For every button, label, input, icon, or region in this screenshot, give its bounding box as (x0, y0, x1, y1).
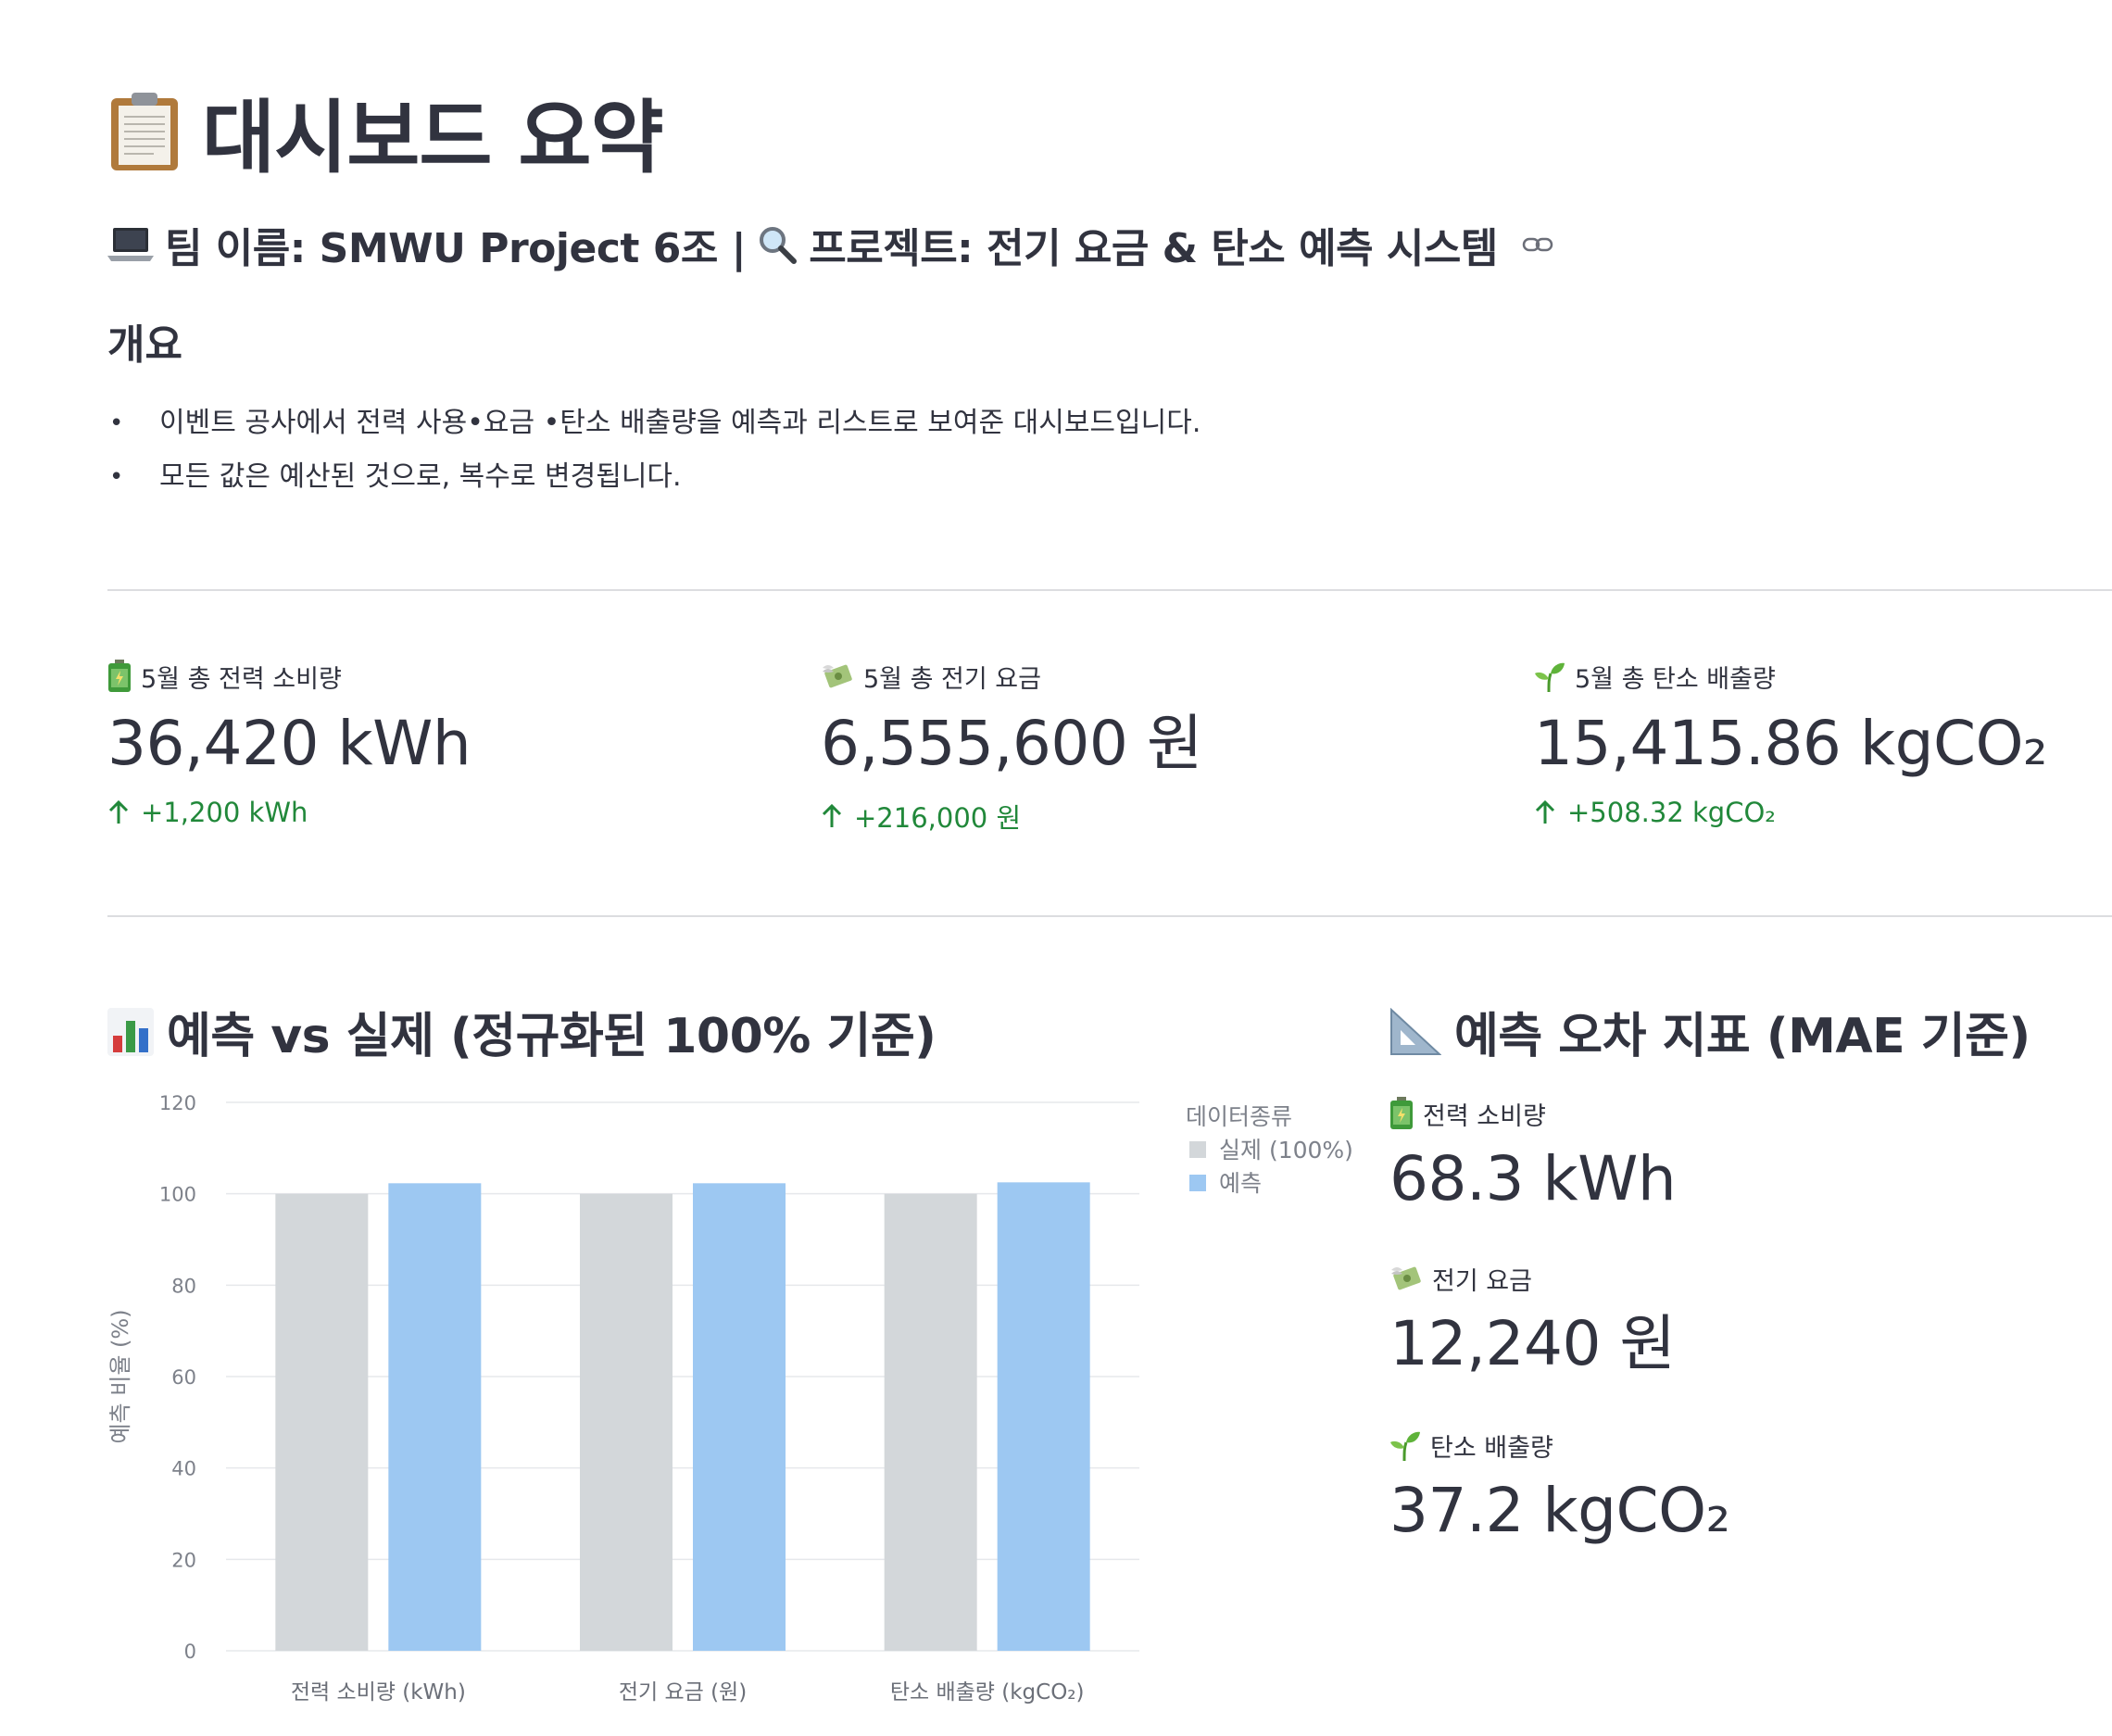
battery-icon (1390, 1097, 1413, 1129)
x-tick-label: 전기 요금 (원) (619, 1680, 747, 1705)
team-project-heading: 팀 이름: SMWU Project 6조 | 프로젝트: 전기 요금 & 탄소… (107, 215, 1553, 274)
metric-value: 15,415.86 kgCO₂ (1534, 708, 2047, 779)
metric-label-row: 5월 총 탄소 배출량 (1534, 658, 2047, 695)
metric-power: 5월 총 전력 소비량 36,420 kWh +1,200 kWh (107, 658, 471, 828)
bar (884, 1193, 977, 1651)
metric-label: 5월 총 전력 소비량 (141, 664, 342, 694)
metric-label-row: 5월 총 전기 요금 (821, 658, 1202, 695)
page-title: 대시보드 요약 (107, 72, 664, 188)
y-axis-label: 예측 비율 (%) (107, 1309, 133, 1443)
chart-section-title: 예측 vs 실제 (정규화된 100% 기준) (107, 997, 937, 1066)
x-tick-label: 탄소 배출량 (kgCO₂) (890, 1680, 1085, 1705)
team-name-text: 팀 이름: SMWU Project 6조 | (165, 225, 747, 272)
arrow-up-icon (822, 803, 842, 827)
mae-item-power: 전력 소비량 68.3 kWh (1389, 1095, 1677, 1214)
mae-section-title: 예측 오차 지표 (MAE 기준) (1389, 997, 2030, 1066)
anchor-link-icon[interactable] (1522, 235, 1553, 254)
y-tick-label: 60 (171, 1366, 196, 1389)
metric-delta-text: +1,200 kWh (141, 797, 308, 828)
bar-chart-icon (107, 1007, 154, 1056)
mae-item-carbon: 탄소 배출량 37.2 kgCO₂ (1389, 1427, 1730, 1545)
mae-value: 37.2 kgCO₂ (1389, 1475, 1730, 1546)
divider (107, 589, 2112, 591)
mae-label-row: 탄소 배출량 (1389, 1427, 1730, 1464)
money-wings-icon (823, 664, 852, 688)
bar (275, 1193, 369, 1651)
x-tick-label: 전력 소비량 (kWh) (291, 1680, 466, 1705)
laptop-icon (107, 228, 154, 261)
mae-section-title-text: 예측 오차 지표 (MAE 기준) (1454, 1009, 2030, 1064)
y-tick-label: 40 (171, 1458, 196, 1480)
metric-delta: +216,000 원 (821, 797, 1202, 836)
bar (693, 1183, 786, 1651)
money-wings-icon (1391, 1266, 1421, 1290)
page-title-text: 대시보드 요약 (202, 92, 664, 184)
mae-value: 68.3 kWh (1389, 1143, 1677, 1214)
metric-cost: 5월 총 전기 요금 6,555,600 원 +216,000 원 (821, 658, 1203, 836)
metric-carbon: 5월 총 탄소 배출량 15,415.86 kgCO₂ +508.32 kgCO… (1534, 658, 2047, 828)
bar (388, 1183, 482, 1651)
metric-delta: +1,200 kWh (107, 797, 471, 828)
legend-swatch (1189, 1175, 1206, 1191)
triangle-ruler-icon (1390, 1007, 1441, 1055)
magnifier-icon (760, 227, 798, 264)
metric-delta-text: +216,000 원 (854, 802, 1022, 834)
chart-section-title-text: 예측 vs 실제 (정규화된 100% 기준) (167, 1009, 937, 1064)
y-tick-label: 100 (159, 1184, 196, 1206)
metric-label: 5월 총 탄소 배출량 (1575, 664, 1776, 694)
bar (997, 1182, 1090, 1651)
overview-heading: 개요 (107, 321, 182, 369)
bar (580, 1193, 673, 1651)
legend-title: 데이터종류 (1186, 1103, 1292, 1130)
arrow-up-icon (1535, 799, 1555, 824)
legend-label: 실제 (100%) (1219, 1137, 1353, 1164)
legend-swatch (1189, 1141, 1206, 1158)
arrow-up-icon (108, 799, 129, 824)
clipboard-icon (111, 92, 178, 170)
metric-delta-text: +508.32 kgCO₂ (1567, 797, 1776, 828)
mae-value: 12,240 원 (1389, 1308, 1676, 1379)
metric-value: 6,555,600 원 (821, 708, 1203, 779)
y-tick-label: 20 (171, 1549, 196, 1571)
mae-label: 전기 요금 (1432, 1266, 1532, 1296)
mae-label: 탄소 배출량 (1430, 1433, 1553, 1463)
y-tick-label: 120 (159, 1092, 196, 1114)
seedling-icon (1390, 1431, 1420, 1461)
metric-label-row: 5월 총 전력 소비량 (107, 658, 471, 695)
mae-label-row: 전기 요금 (1389, 1260, 1676, 1297)
project-name-text: 프로젝트: 전기 요금 & 탄소 예측 시스템 (809, 225, 1498, 272)
legend-label: 예측 (1219, 1170, 1262, 1197)
divider (107, 915, 2112, 917)
battery-icon (108, 660, 131, 692)
overview-list: 이벤트 공사에서 전력 사용•요금 •탄소 배출량을 예측과 리스트로 보여준 … (107, 396, 1201, 504)
overview-bullet: 이벤트 공사에서 전력 사용•요금 •탄소 배출량을 예측과 리스트로 보여준 … (107, 396, 1201, 450)
mae-label: 전력 소비량 (1423, 1101, 1546, 1131)
y-tick-label: 0 (184, 1641, 196, 1663)
y-tick-label: 80 (171, 1275, 196, 1297)
metric-label: 5월 총 전기 요금 (863, 664, 1041, 694)
overview-bullet: 모든 값은 예산된 것으로, 복수로 변경됩니다. (107, 450, 1201, 504)
metric-value: 36,420 kWh (107, 708, 471, 779)
metric-delta: +508.32 kgCO₂ (1534, 797, 2047, 828)
mae-label-row: 전력 소비량 (1389, 1095, 1676, 1132)
seedling-icon (1535, 662, 1565, 692)
prediction-vs-actual-chart: 0 20 40 60 80 100 120 예측 비율 (%) 전력 소비량 (kWh) 전기 요… (107, 1092, 1353, 1705)
mae-item-cost: 전기 요금 12,240 원 (1389, 1260, 1676, 1378)
